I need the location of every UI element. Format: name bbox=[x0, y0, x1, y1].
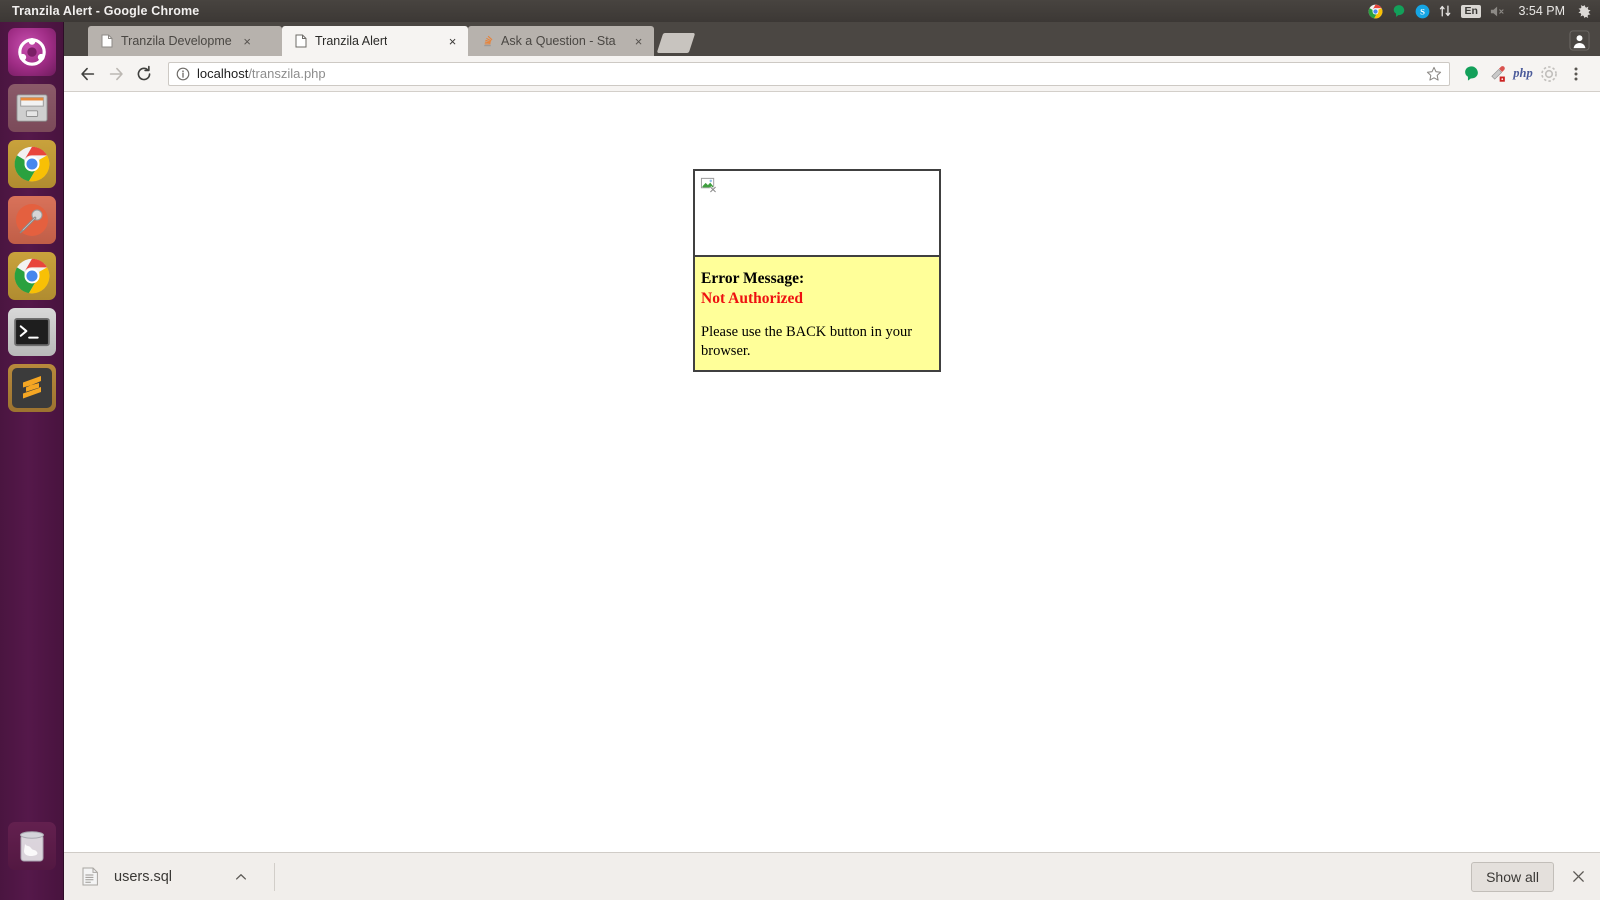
back-arrow-icon[interactable] bbox=[74, 60, 102, 88]
ubuntu-top-panel: Tranzila Alert - Google Chrome S En 3:54… bbox=[0, 0, 1600, 22]
ubuntu-logo-icon bbox=[18, 37, 46, 66]
show-all-button[interactable]: Show all bbox=[1471, 861, 1554, 892]
messages-bubble-extension-icon[interactable] bbox=[1458, 61, 1484, 87]
tab-label: Tranzila Alert bbox=[315, 34, 388, 48]
gear-icon[interactable] bbox=[1577, 0, 1592, 22]
url-host: localhost bbox=[197, 66, 249, 81]
chrome-icon bbox=[14, 258, 50, 294]
trash-icon bbox=[20, 831, 44, 862]
error-note: Please use the BACK button in your brows… bbox=[701, 323, 913, 359]
tab-ask-a-question[interactable]: Ask a Question - Sta × bbox=[468, 26, 654, 56]
skype-icon[interactable]: S bbox=[1415, 0, 1430, 22]
colorzilla-eyedropper-extension-icon[interactable] bbox=[1484, 61, 1510, 87]
tab-strip: Tranzila Developme × Tranzila Alert × As… bbox=[64, 22, 1600, 56]
messages-bubble-icon[interactable] bbox=[1392, 0, 1406, 22]
download-shelf-actions: Show all bbox=[1471, 861, 1588, 892]
shelf-divider bbox=[274, 862, 276, 891]
alert-message-pane: Error Message: Not Authorized Please use… bbox=[695, 257, 939, 371]
launcher-item-sublime-text[interactable] bbox=[8, 364, 56, 412]
chrome-icon bbox=[14, 146, 50, 182]
tab-label: Tranzila Developme bbox=[121, 34, 232, 48]
stackoverflow-icon bbox=[480, 34, 494, 48]
keyboard-layout-indicator[interactable]: En bbox=[1461, 0, 1482, 22]
tab-close-icon[interactable]: × bbox=[631, 34, 646, 49]
php-extension-icon[interactable]: php bbox=[1510, 61, 1536, 87]
network-updown-icon[interactable] bbox=[1439, 0, 1452, 22]
system-tray: S En 3:54 PM bbox=[1368, 0, 1600, 22]
svg-text:S: S bbox=[1420, 6, 1425, 16]
bookmark-star-icon[interactable] bbox=[1425, 65, 1443, 83]
three-dot-menu-icon[interactable] bbox=[1562, 60, 1590, 88]
gimp-brush-icon bbox=[16, 204, 48, 236]
page-icon bbox=[294, 34, 308, 48]
alert-logo-pane bbox=[695, 171, 939, 257]
reload-icon[interactable] bbox=[130, 60, 158, 88]
launcher-item-files[interactable] bbox=[8, 84, 56, 132]
clock[interactable]: 3:54 PM bbox=[1515, 4, 1568, 18]
disabled-extension-icon[interactable] bbox=[1536, 61, 1562, 87]
chrome-window: Tranzila Developme × Tranzila Alert × As… bbox=[64, 22, 1600, 900]
chrome-icon[interactable] bbox=[1368, 0, 1383, 22]
tab-close-icon[interactable]: × bbox=[445, 34, 460, 49]
sublime-text-icon bbox=[12, 368, 52, 408]
alert-box: Error Message: Not Authorized Please use… bbox=[693, 169, 941, 373]
volume-muted-icon[interactable] bbox=[1490, 0, 1506, 22]
new-tab-button[interactable] bbox=[656, 33, 696, 53]
tab-label: Ask a Question - Sta bbox=[501, 34, 616, 48]
download-file-name: users.sql bbox=[114, 868, 173, 885]
sql-file-icon bbox=[80, 867, 100, 887]
launcher-item-gimp[interactable] bbox=[8, 196, 56, 244]
download-shelf: users.sql Show all bbox=[64, 852, 1600, 900]
forward-arrow-icon bbox=[102, 60, 130, 88]
address-bar-text: localhost/transzila.php bbox=[197, 66, 326, 81]
launcher-item-dash-ubuntu[interactable] bbox=[8, 28, 56, 76]
browser-toolbar: localhost/transzila.php php bbox=[64, 56, 1600, 92]
php-extension-label: php bbox=[1513, 66, 1533, 80]
keyboard-layout-label: En bbox=[1461, 4, 1482, 18]
tab-tranzila-alert[interactable]: Tranzila Alert × bbox=[282, 26, 468, 56]
close-icon[interactable] bbox=[1568, 867, 1588, 887]
launcher-item-chrome-stable[interactable] bbox=[8, 140, 56, 188]
chevron-up-icon[interactable] bbox=[232, 868, 250, 886]
tab-tranzila-development[interactable]: Tranzila Developme × bbox=[88, 26, 282, 56]
tab-close-icon[interactable]: × bbox=[240, 34, 255, 49]
broken-image-icon bbox=[700, 177, 717, 197]
profile-avatar-icon[interactable] bbox=[1568, 29, 1590, 51]
launcher-item-trash[interactable] bbox=[8, 822, 56, 870]
window-title: Tranzila Alert - Google Chrome bbox=[12, 4, 200, 18]
address-bar[interactable]: localhost/transzila.php bbox=[168, 61, 1450, 86]
page-info-icon[interactable] bbox=[175, 66, 191, 82]
unity-launcher bbox=[0, 22, 64, 900]
launcher-item-terminal[interactable] bbox=[8, 308, 56, 356]
launcher-item-chrome-secondary[interactable] bbox=[8, 252, 56, 300]
page-icon bbox=[100, 34, 114, 48]
error-value: Not Authorized bbox=[701, 289, 804, 307]
error-heading: Error Message: bbox=[701, 270, 805, 287]
page-viewport: Error Message: Not Authorized Please use… bbox=[64, 92, 1600, 900]
terminal-icon bbox=[14, 317, 50, 347]
files-cabinet-icon bbox=[16, 94, 48, 122]
url-path: /transzila.php bbox=[248, 66, 326, 81]
download-item[interactable]: users.sql bbox=[76, 861, 279, 893]
